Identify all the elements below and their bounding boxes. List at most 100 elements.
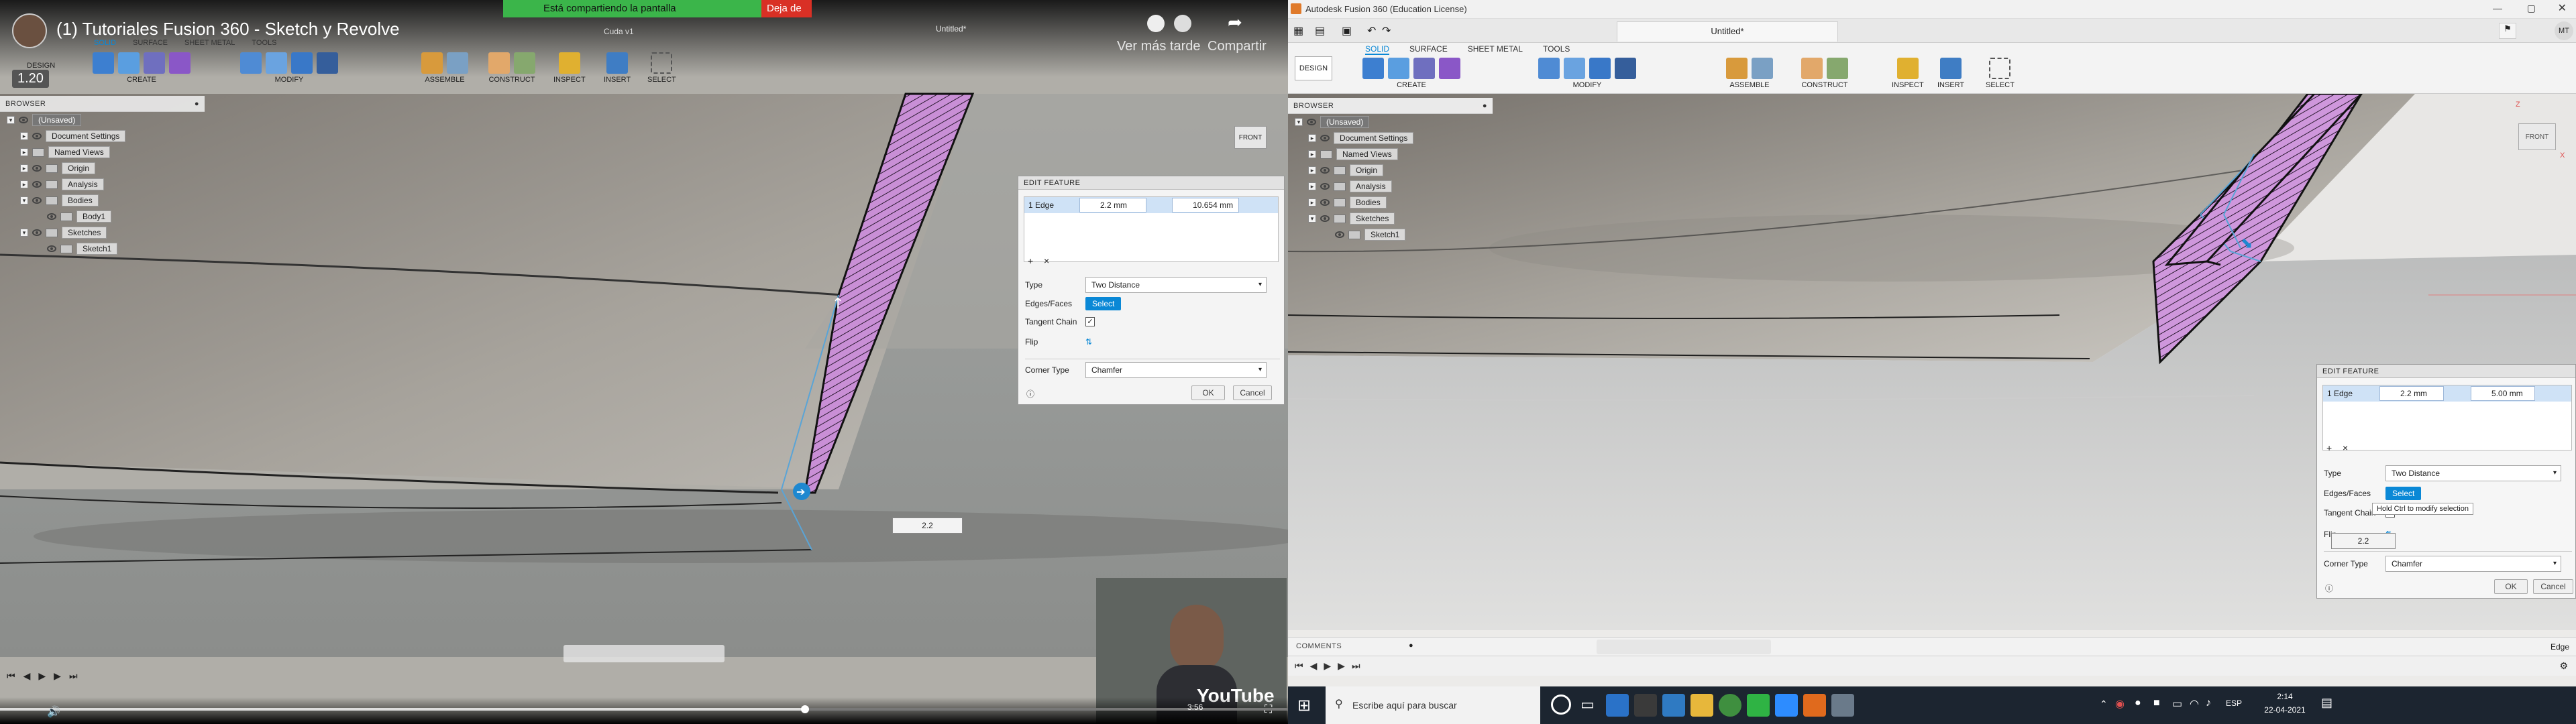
snipping-icon[interactable]: [1831, 694, 1854, 717]
eye-icon[interactable]: [1320, 215, 1330, 222]
progress-thumb[interactable]: [801, 705, 809, 713]
eye-icon[interactable]: [1320, 167, 1330, 174]
timeline-start-icon[interactable]: ⏮: [7, 670, 15, 689]
tree-sketch1[interactable]: Sketch1: [1288, 227, 1493, 243]
tree-sketches[interactable]: ▾ Sketches: [1288, 210, 1493, 227]
fullscreen-icon[interactable]: ⛶: [1265, 704, 1272, 716]
distance1-input[interactable]: 2.2 mm: [2379, 386, 2445, 401]
minimize-button[interactable]: —: [2493, 3, 2502, 13]
edge-row[interactable]: 1 Edge 2.2 mm 5.00 mm: [2323, 385, 2571, 402]
redo-icon[interactable]: ↷: [1382, 24, 1391, 38]
clock-icon[interactable]: [1147, 15, 1165, 32]
notifications-icon[interactable]: ⚑: [2499, 23, 2516, 39]
tree-unsaved[interactable]: ▾ (Unsaved): [1288, 114, 1493, 130]
nav-toolbar[interactable]: [564, 645, 724, 662]
eye-icon[interactable]: [1335, 231, 1344, 238]
timeline-forward-icon[interactable]: ▶: [54, 670, 61, 689]
tree-bodies[interactable]: ▸ Bodies: [1288, 194, 1493, 210]
tree-sketch1[interactable]: Sketch1: [0, 241, 205, 257]
action-center-icon[interactable]: ▤: [2321, 696, 2332, 710]
tray-up-icon[interactable]: ⌃: [2100, 699, 2108, 710]
expand-icon[interactable]: ▸: [20, 180, 28, 188]
tab-tools[interactable]: TOOLS: [1543, 44, 1570, 55]
corner-dropdown[interactable]: Chamfer: [2385, 556, 2561, 572]
tree-sketches[interactable]: ▾ Sketches: [0, 225, 205, 241]
type-dropdown[interactable]: Two Distance: [1085, 277, 1267, 293]
eye-icon[interactable]: [1320, 183, 1330, 190]
microphone-icon[interactable]: ●: [2135, 697, 2141, 709]
viewcube[interactable]: FRONT: [1228, 99, 1268, 153]
windows-start-icon[interactable]: ⊞: [1297, 696, 1311, 715]
store-icon[interactable]: [1606, 694, 1629, 717]
camera-icon[interactable]: ■: [2153, 697, 2160, 709]
assemble-group[interactable]: ASSEMBLE: [419, 52, 470, 84]
dimension-input[interactable]: 2.2: [892, 518, 963, 534]
nav-toolbar[interactable]: [1597, 640, 1771, 654]
tab-sheet-metal[interactable]: SHEET METAL: [184, 39, 235, 47]
task-view-icon[interactable]: ▭: [1580, 696, 1595, 713]
tree-origin[interactable]: ▸ Origin: [0, 160, 205, 176]
remove-icon[interactable]: ×: [2343, 442, 2348, 453]
expand-icon[interactable]: ▸: [1308, 198, 1316, 206]
tab-sheet-metal[interactable]: SHEET METAL: [1468, 44, 1523, 55]
select-button[interactable]: Select: [1085, 297, 1122, 310]
assemble-group[interactable]: ASSEMBLE: [1724, 58, 1775, 89]
tab-solid[interactable]: SOLID: [1365, 44, 1390, 55]
bag-icon[interactable]: [1634, 694, 1657, 717]
fusion-taskbar-icon[interactable]: [1803, 694, 1826, 717]
tree-document-settings[interactable]: ▸ Document Settings: [0, 128, 205, 144]
expand-icon[interactable]: ▾: [1295, 118, 1303, 126]
watch-later-icon[interactable]: [1174, 15, 1191, 32]
select-group[interactable]: SELECT: [1986, 58, 2015, 89]
mail-icon[interactable]: [1662, 694, 1685, 717]
tab-surface[interactable]: SURFACE: [133, 39, 168, 47]
browser-tab[interactable]: Cuda v1: [604, 27, 634, 36]
design-dropdown[interactable]: DESIGN: [27, 62, 55, 70]
tray-app-icon[interactable]: ◉: [2115, 697, 2125, 711]
eye-icon[interactable]: [19, 117, 28, 123]
flip-icon[interactable]: ⇅: [1085, 337, 1092, 347]
expand-icon[interactable]: ▸: [20, 164, 28, 172]
expand-icon[interactable]: ▾: [7, 116, 15, 124]
expand-icon[interactable]: ▸: [20, 132, 28, 140]
user-avatar[interactable]: MT: [2555, 21, 2573, 40]
eye-icon[interactable]: [47, 245, 56, 252]
expand-icon[interactable]: ▾: [1308, 215, 1316, 223]
expand-icon[interactable]: ▸: [20, 148, 28, 156]
settings-gear-icon[interactable]: ⚙: [2559, 660, 2568, 672]
expand-icon[interactable]: ▸: [1308, 134, 1316, 142]
cancel-button[interactable]: Cancel: [2533, 579, 2573, 594]
tree-analysis[interactable]: ▸ Analysis: [0, 176, 205, 192]
expand-icon[interactable]: ▾: [20, 196, 28, 204]
tree-unsaved[interactable]: ▾ (Unsaved): [0, 112, 205, 128]
expand-icon[interactable]: ▾: [20, 229, 28, 237]
volume-icon[interactable]: ♪: [2206, 697, 2211, 709]
timeline-end-icon[interactable]: ⏭: [69, 670, 78, 689]
undo-icon[interactable]: ↶: [1367, 24, 1376, 38]
clock-time[interactable]: 2:14: [2258, 692, 2312, 701]
corner-dropdown[interactable]: Chamfer: [1085, 362, 1267, 378]
tree-analysis[interactable]: ▸ Analysis: [1288, 178, 1493, 194]
tangent-checkbox[interactable]: ✓: [1085, 317, 1095, 326]
stop-sharing-button[interactable]: Deja de: [761, 0, 812, 17]
create-group[interactable]: CREATE: [91, 52, 193, 84]
modify-group[interactable]: MODIFY: [238, 52, 340, 84]
type-dropdown[interactable]: Two Distance: [2385, 465, 2561, 481]
progress-bar[interactable]: [0, 708, 805, 711]
timeline-play-icon[interactable]: ▶: [38, 670, 46, 689]
distance2-input[interactable]: 5.00 mm: [2471, 386, 2536, 401]
battery-icon[interactable]: ▭: [2172, 697, 2182, 711]
tree-bodies[interactable]: ▾ Bodies: [0, 192, 205, 208]
timeline-start-icon[interactable]: ⏮: [1295, 660, 1303, 672]
taskbar-search-box[interactable]: ⚲ Escribe aquí para buscar: [1326, 686, 1540, 724]
timeline-back-icon[interactable]: ◀: [23, 670, 31, 689]
insert-group[interactable]: INSERT: [604, 52, 631, 84]
whatsapp-icon[interactable]: [1747, 694, 1770, 717]
zoom-icon[interactable]: [1775, 694, 1798, 717]
chrome-icon[interactable]: [1719, 694, 1741, 717]
create-group[interactable]: CREATE: [1360, 58, 1462, 89]
eye-icon[interactable]: [47, 213, 56, 220]
tree-body1[interactable]: Body1: [0, 208, 205, 225]
ok-button[interactable]: OK: [1191, 385, 1225, 400]
distance1-input[interactable]: 2.2 mm: [1079, 198, 1147, 213]
